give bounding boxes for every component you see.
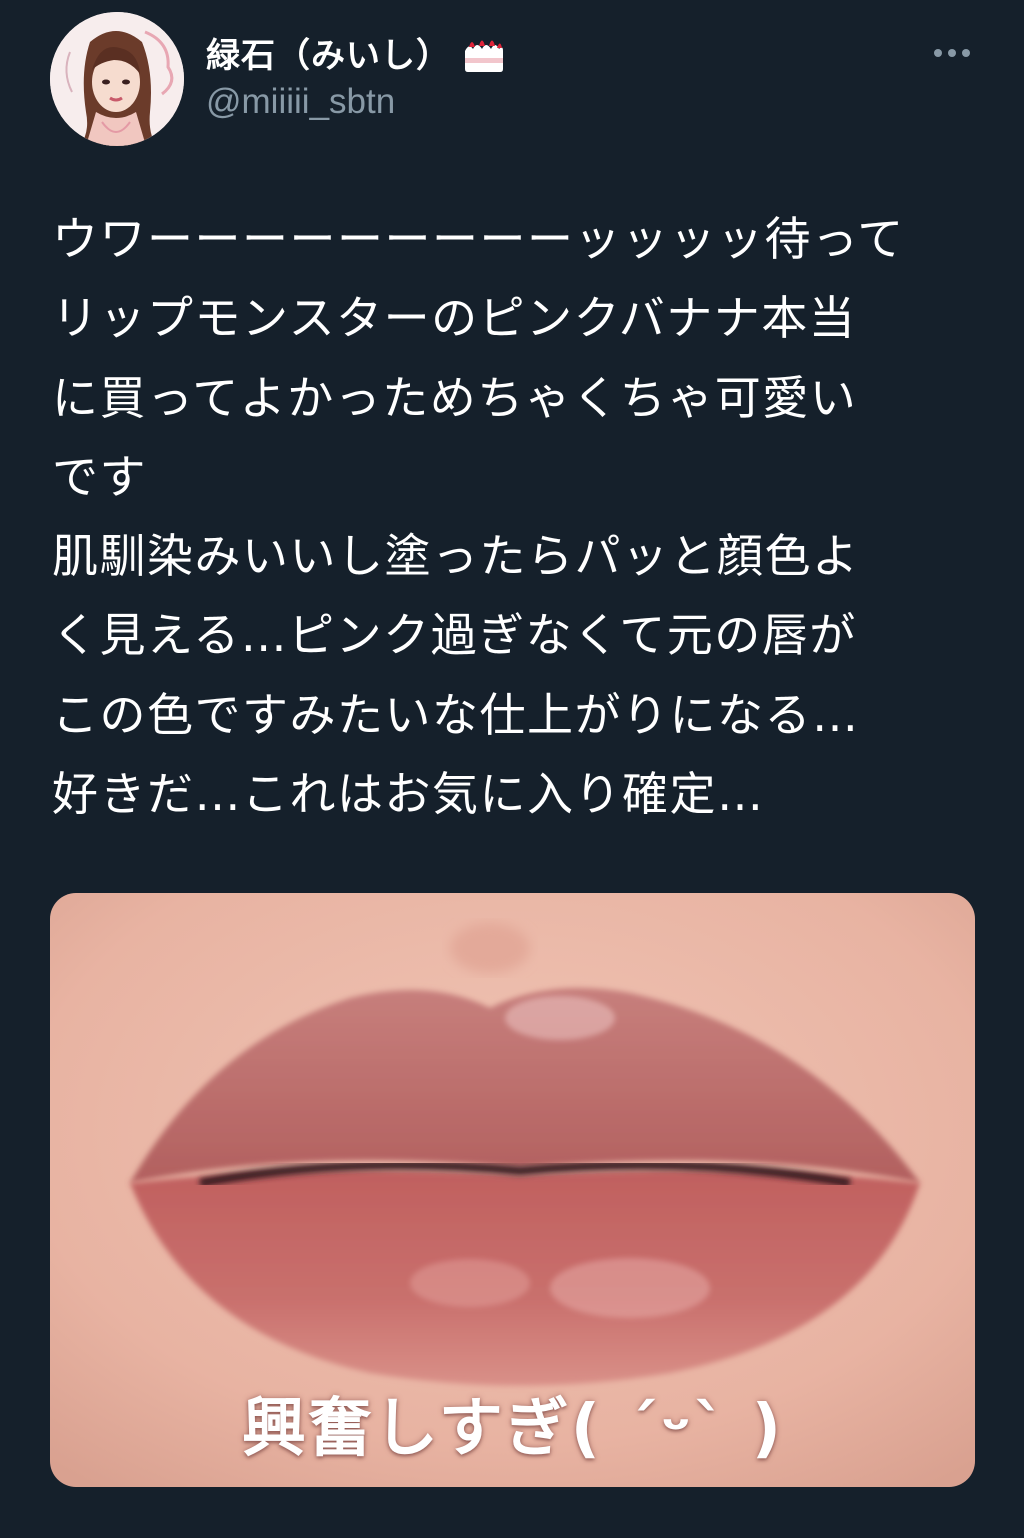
author-avatar[interactable] — [50, 12, 184, 146]
tweet-text-line: く見える…ピンク過ぎなくて元の唇が — [52, 608, 857, 663]
tweet-media-photo[interactable]: 興奮しすぎ( ˊᵕˋ ) — [50, 893, 975, 1487]
author-handle[interactable]: @miiiii_sbtn — [206, 82, 507, 122]
media-caption: 興奮しすぎ( ˊᵕˋ ) — [241, 1392, 783, 1466]
tweet-text: ウワーーーーーーーーーッッッッ待って リップモンスターのピンクバナナ本当 に買っ… — [52, 200, 972, 834]
author-info: 緑石（みいし） @miiiii_sbtn — [206, 24, 507, 122]
tweet-text-line: です — [52, 449, 147, 504]
more-horizontal-icon[interactable] — [925, 36, 979, 70]
tweet-text-line: 好きだ…これはお気に入り確定… — [52, 767, 765, 822]
tweet-text-line: ウワーーーーーーーーーッッッッ待って — [52, 212, 905, 266]
display-name[interactable]: 緑石（みいし） — [206, 28, 451, 77]
tweet-text-line: に買ってよかっためちゃくちゃ可愛い — [52, 370, 858, 425]
tweet: 緑石（みいし） @miiiii_sbtn ウワーーーーーーーーーッッッッ待って … — [0, 0, 1024, 1538]
tweet-text-line: リップモンスターのピンクバナナ本当 — [52, 291, 857, 346]
shortcake-emoji-icon — [465, 40, 503, 72]
tweet-text-line: この色ですみたいな仕上がりになる… — [52, 687, 860, 742]
display-name-row: 緑石（みいし） — [206, 24, 507, 80]
tweet-text-line: 肌馴染みいいし塗ったらパッと顔色よ — [52, 529, 860, 584]
illustrated-woman-avatar-icon — [50, 12, 184, 146]
